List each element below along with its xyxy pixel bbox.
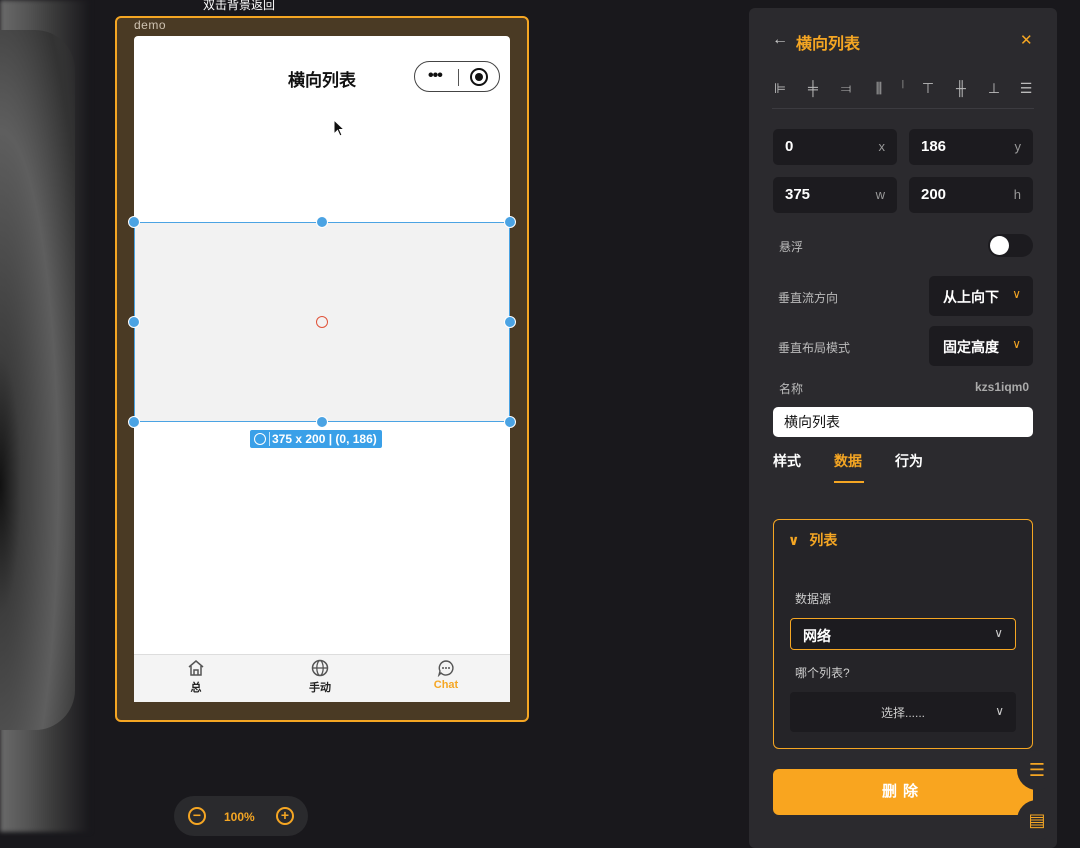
globe-icon [311, 659, 329, 677]
chevron-down-icon: ∨ [1012, 337, 1021, 351]
resize-handle-tr[interactable] [504, 216, 516, 228]
y-value: 186 [921, 138, 947, 155]
datasource-select[interactable]: 网络 ∨ [790, 618, 1016, 650]
align-top-icon[interactable]: ⊤ [920, 80, 936, 96]
width-field[interactable]: 375 w [773, 177, 897, 213]
align-center-h-icon[interactable]: ╪ [805, 80, 821, 96]
resize-handle-bl[interactable] [128, 416, 140, 428]
datasource-label: 数据源 [795, 592, 832, 606]
tab-home[interactable]: 总 [156, 659, 236, 695]
panel-divider [772, 108, 1034, 109]
size-badge: 375 x 200 | (0, 186) [250, 430, 382, 448]
vflow-label: 垂直流方向 [778, 291, 839, 305]
width-unit: w [875, 187, 885, 202]
crosshair-icon [254, 433, 266, 445]
float-toggle[interactable] [988, 234, 1033, 257]
x-value: 0 [785, 138, 794, 155]
zoom-control: − 100% + [174, 796, 308, 836]
vlayout-dropdown[interactable]: 固定高度 ∨ [929, 326, 1033, 366]
zoom-out-button[interactable]: − [188, 807, 206, 825]
which-list-select[interactable]: 选择...... ∨ [790, 692, 1016, 732]
record-icon[interactable] [470, 68, 488, 86]
name-input[interactable] [773, 407, 1033, 437]
align-bottom-icon[interactable]: ⊥ [986, 80, 1002, 96]
vflow-dropdown[interactable]: 从上向下 ∨ [929, 276, 1033, 316]
toolbar-separator: ╵ [898, 80, 908, 96]
list-section-header[interactable]: ∨ 列表 [788, 530, 837, 550]
resize-handle-tl[interactable] [128, 216, 140, 228]
resize-handle-r[interactable] [504, 316, 516, 328]
tab-label: 总 [190, 682, 202, 694]
y-unit: y [1014, 139, 1022, 154]
tab-label: Chat [433, 679, 459, 691]
component-id: kzs1iqm0 [975, 380, 1030, 394]
delete-button[interactable]: 删除 [773, 769, 1033, 815]
resize-handle-l[interactable] [128, 316, 140, 328]
distribute-v-icon[interactable]: ☰ [1018, 80, 1034, 96]
align-right-icon[interactable]: ⫤ [838, 80, 854, 96]
chevron-down-icon: ∨ [994, 626, 1003, 640]
y-field[interactable]: 186 y [909, 129, 1033, 165]
datasource-value: 网络 [803, 628, 831, 644]
blurred-background-shape [0, 30, 75, 730]
resize-handle-t[interactable] [316, 216, 328, 228]
distribute-h-icon[interactable]: ⫼ [871, 80, 887, 96]
tab-label: 手动 [309, 682, 331, 694]
alignment-toolbar: ⊫ ╪ ⫤ ⫼ ╵ ⊤ ╫ ⊥ ☰ [772, 80, 1034, 98]
tab-manual[interactable]: 手动 [280, 659, 360, 695]
zoom-level: 100% [224, 810, 255, 824]
align-middle-v-icon[interactable]: ╫ [953, 80, 969, 96]
home-icon [188, 660, 204, 676]
which-list-label: 哪个列表? [795, 666, 850, 680]
size-badge-text: 375 x 200 | (0, 186) [272, 432, 377, 446]
frame-label: demo [134, 18, 167, 32]
zoom-in-button[interactable]: + [276, 807, 294, 825]
back-arrow-icon[interactable]: ← [772, 31, 788, 49]
tab-chat[interactable]: Chat [406, 659, 486, 691]
height-field[interactable]: 200 h [909, 177, 1033, 213]
x-field[interactable]: 0 x [773, 129, 897, 165]
close-icon[interactable]: ✕ [1020, 31, 1033, 49]
height-value: 200 [921, 186, 947, 203]
feedback-icon[interactable]: ▤ [1017, 800, 1057, 840]
height-unit: h [1013, 187, 1021, 202]
capsule-divider [458, 69, 459, 86]
list-section-title: 列表 [809, 532, 838, 548]
tab-data[interactable]: 数据 [834, 451, 862, 471]
center-point[interactable] [316, 316, 328, 328]
chat-icon [437, 660, 454, 677]
float-label: 悬浮 [779, 240, 804, 254]
more-icon[interactable]: ••• [428, 67, 443, 85]
vflow-value: 从上向下 [943, 289, 999, 305]
chevron-down-icon: ∨ [788, 532, 800, 548]
active-tab-indicator [834, 481, 864, 483]
mouse-cursor-icon [333, 119, 346, 137]
resize-handle-b[interactable] [316, 416, 328, 428]
double-click-hint: 双击背景返回 [203, 0, 276, 12]
x-unit: x [878, 139, 886, 154]
which-list-value: 选择...... [880, 706, 925, 720]
bottom-tab-bar: 总 手动 Chat [134, 654, 510, 702]
resize-handle-br[interactable] [504, 416, 516, 428]
chevron-down-icon: ∨ [995, 704, 1004, 718]
width-value: 375 [785, 186, 811, 203]
tab-behavior[interactable]: 行为 [895, 451, 923, 471]
name-label: 名称 [779, 382, 804, 396]
panel-title: 横向列表 [796, 36, 861, 53]
mini-program-capsule[interactable]: ••• [414, 61, 500, 92]
menu-icon[interactable]: ☰ [1017, 750, 1057, 790]
vlayout-value: 固定高度 [943, 339, 999, 355]
tab-style[interactable]: 样式 [773, 451, 801, 471]
chevron-down-icon: ∨ [1012, 287, 1021, 301]
vlayout-label: 垂直布局模式 [778, 341, 851, 355]
align-left-icon[interactable]: ⊫ [772, 80, 788, 96]
